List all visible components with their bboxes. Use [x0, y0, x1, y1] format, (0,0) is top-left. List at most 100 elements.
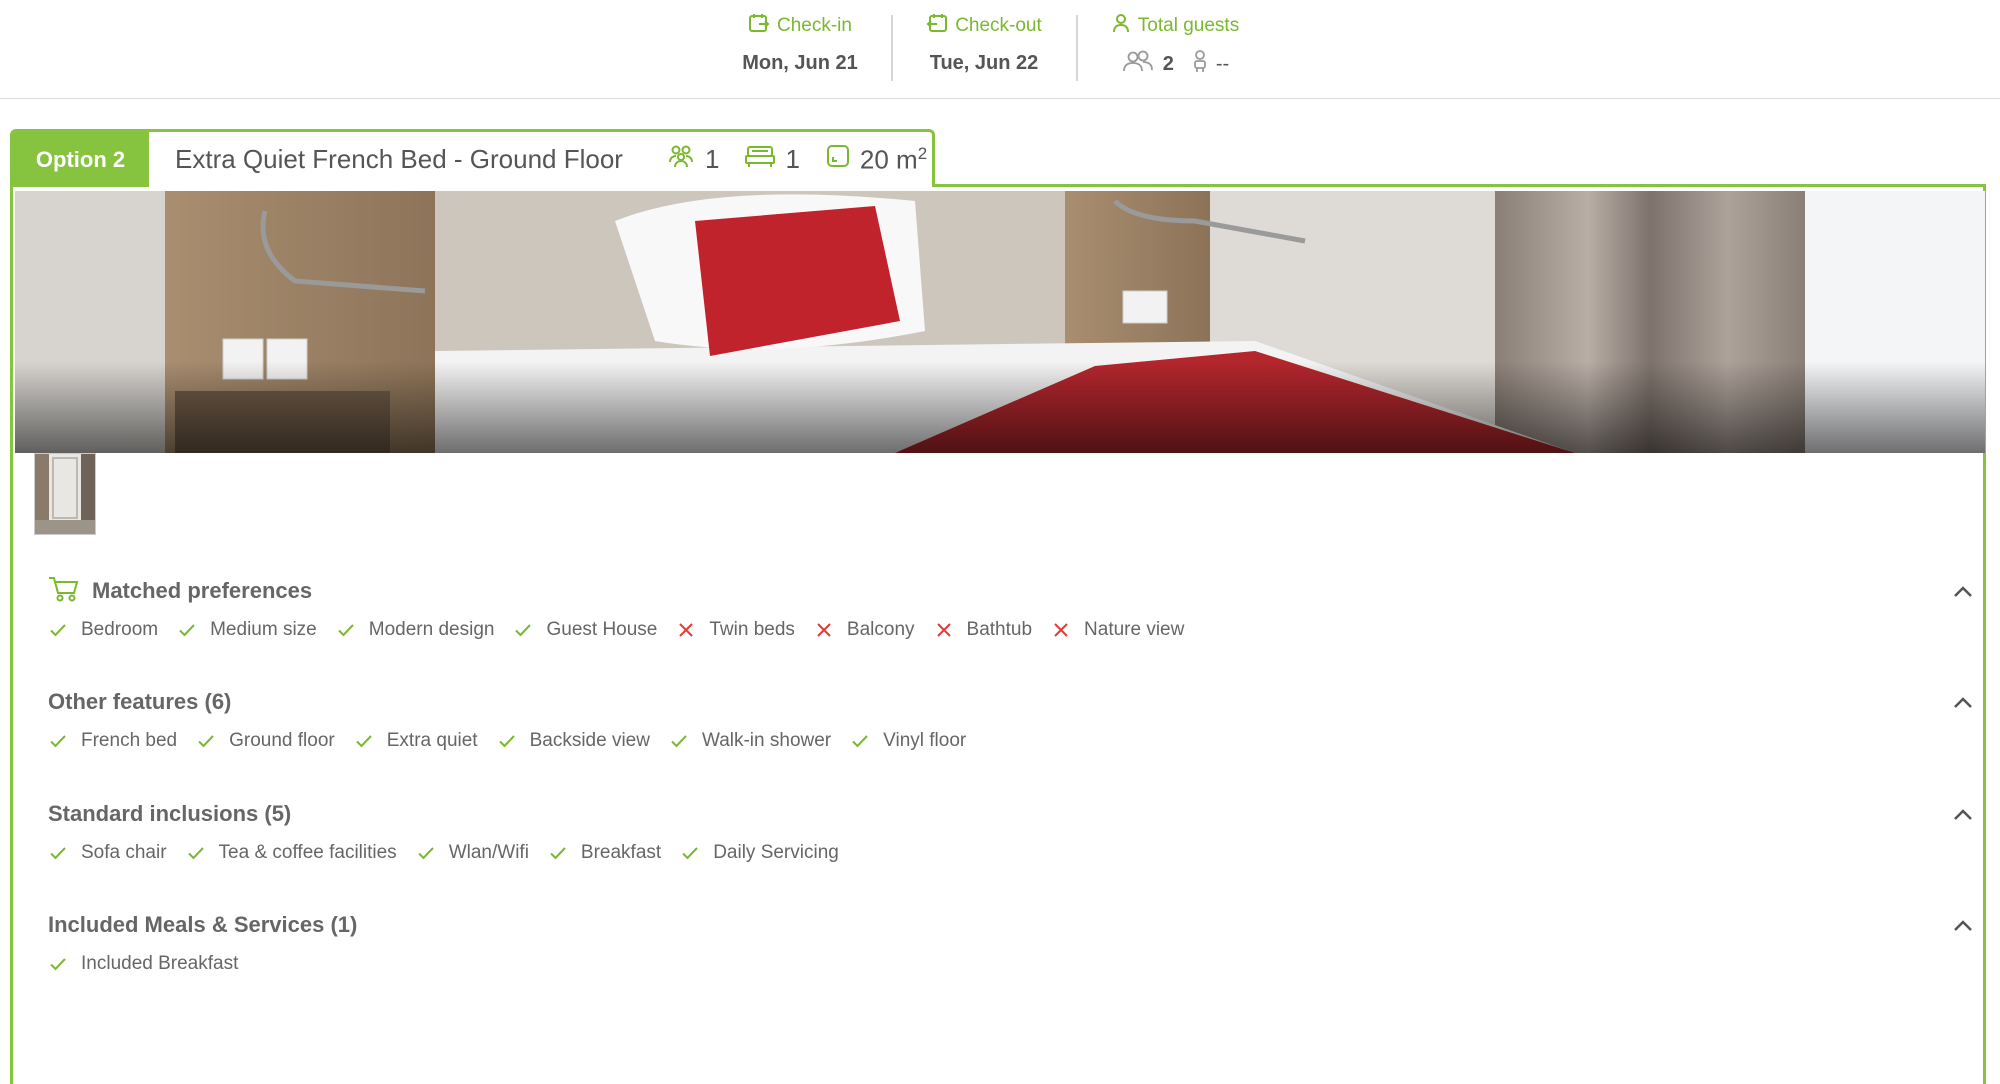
chevron-up-icon[interactable] [1948, 800, 1978, 830]
area-icon [826, 144, 850, 175]
chevron-up-icon[interactable] [1948, 577, 1978, 607]
feature-item: Breakfast [548, 838, 661, 868]
feature-label: Guest House [546, 619, 658, 640]
feature-label: Bathtub [966, 619, 1033, 640]
chevron-up-icon[interactable] [1948, 911, 1978, 941]
section-header[interactable]: Included Meals & Services (1) [48, 907, 1978, 943]
check-icon [354, 731, 374, 751]
section-title: Standard inclusions (5) [48, 801, 292, 826]
size-stat: 20 m2 [826, 144, 927, 176]
feature-item: Wlan/Wifi [416, 838, 529, 868]
section-title: Other features (6) [48, 689, 232, 714]
check-icon [680, 843, 700, 863]
check-icon [48, 620, 68, 640]
room-stats: 1 1 20 m2 [667, 144, 927, 176]
cart-icon [48, 575, 80, 608]
feature-item: Sofa chair [48, 838, 167, 868]
check-icon [416, 843, 436, 863]
section-header[interactable]: Other features (6) [48, 684, 1978, 720]
feature-item: Tea & coffee facilities [186, 838, 397, 868]
feature-label: Walk-in shower [701, 730, 832, 751]
feature-section: Standard inclusions (5) Sofa chair Tea & c… [48, 796, 1978, 868]
check-icon [669, 731, 689, 751]
room-photo[interactable] [15, 191, 1985, 453]
feature-label: Bedroom [81, 619, 159, 640]
guests-block[interactable]: Total guests 2 -- [1100, 12, 1250, 78]
feature-label: Sofa chair [81, 842, 167, 863]
feature-label: Twin beds [709, 619, 795, 640]
feature-label: Backside view [529, 730, 650, 751]
feature-label: Nature view [1084, 619, 1185, 640]
chevron-up-icon[interactable] [1948, 688, 1978, 718]
stay-summary-bar: Check-in Mon, Jun 21 Check-out Tue, Jun … [0, 0, 2000, 99]
feature-items: Included Breakfast [48, 949, 1978, 979]
occupancy-stat: 1 [667, 144, 719, 175]
feature-item: Bathtub [934, 615, 1033, 645]
calendar-checkin-icon [748, 12, 770, 40]
check-icon [497, 731, 517, 751]
beds-stat: 1 [745, 144, 800, 175]
bed-icon [745, 144, 776, 175]
feature-label: Breakfast [580, 842, 662, 863]
adults-count: 2 [1162, 52, 1174, 75]
feature-items: Bedroom Medium size Modern design Guest Hou… [48, 615, 1978, 645]
room-option-tab[interactable]: Option 2 Extra Quiet French Bed - Ground… [10, 129, 935, 187]
check-icon [548, 843, 568, 863]
feature-item: Modern design [336, 615, 495, 645]
feature-label: Vinyl floor [883, 730, 967, 751]
divider [891, 15, 893, 81]
feature-section: Matched preferences Bedroom Medium size Mod… [48, 573, 1978, 645]
divider [1076, 15, 1078, 81]
feature-item: Bedroom [48, 615, 158, 645]
feature-item: Backside view [497, 726, 650, 756]
calendar-checkout-icon [926, 12, 948, 40]
feature-label: Ground floor [229, 730, 335, 751]
feature-item: Ground floor [196, 726, 335, 756]
checkin-label: Check-in [728, 12, 872, 40]
section-header[interactable]: Matched preferences [48, 573, 1978, 609]
feature-label: Included Breakfast [81, 953, 239, 974]
bathroom-thumbnail-image [35, 454, 95, 534]
checkin-block[interactable]: Check-in Mon, Jun 21 [728, 12, 872, 75]
feature-label: Tea & coffee facilities [218, 842, 397, 863]
feature-item: Extra quiet [354, 726, 478, 756]
check-icon [513, 620, 533, 640]
feature-label: Modern design [368, 619, 495, 640]
room-photo-illustration [15, 191, 1985, 453]
option-badge: Option 2 [12, 132, 149, 187]
check-icon [186, 843, 206, 863]
checkout-date: Tue, Jun 22 [929, 52, 1039, 74]
child-icon [1192, 50, 1208, 78]
person-icon [1111, 13, 1131, 39]
feature-item: Included Breakfast [48, 949, 238, 979]
feature-item: Guest House [513, 615, 657, 645]
cross-icon [1051, 620, 1071, 640]
feature-label: Balcony [846, 619, 915, 640]
feature-item: Daily Servicing [680, 838, 839, 868]
check-icon [48, 954, 68, 974]
check-icon [196, 731, 216, 751]
feature-section: Other features (6) French bed Ground floor… [48, 684, 1978, 756]
section-title: Included Meals & Services (1) [48, 912, 358, 937]
feature-item: Vinyl floor [850, 726, 966, 756]
feature-label: French bed [81, 730, 178, 751]
feature-label: Extra quiet [386, 730, 478, 751]
feature-items: French bed Ground floor Extra quiet Backsid… [48, 726, 1978, 756]
room-photo-thumbnail[interactable] [34, 453, 96, 535]
feature-item: Balcony [814, 615, 915, 645]
room-name: Extra Quiet French Bed - Ground Floor [175, 144, 623, 174]
checkin-date: Mon, Jun 21 [742, 52, 858, 74]
section-header[interactable]: Standard inclusions (5) [48, 796, 1978, 832]
feature-label: Wlan/Wifi [448, 842, 529, 863]
cross-icon [814, 620, 834, 640]
check-icon [850, 731, 870, 751]
feature-item: French bed [48, 726, 177, 756]
guests-label: Total guests [1100, 12, 1250, 40]
adults-icon [1121, 50, 1155, 78]
checkout-block[interactable]: Check-out Tue, Jun 22 [912, 12, 1056, 75]
section-title: Matched preferences [92, 578, 313, 603]
guest-counts: 2 -- [1100, 50, 1250, 78]
cross-icon [934, 620, 954, 640]
cross-icon [676, 620, 696, 640]
feature-label: Daily Servicing [713, 842, 839, 863]
